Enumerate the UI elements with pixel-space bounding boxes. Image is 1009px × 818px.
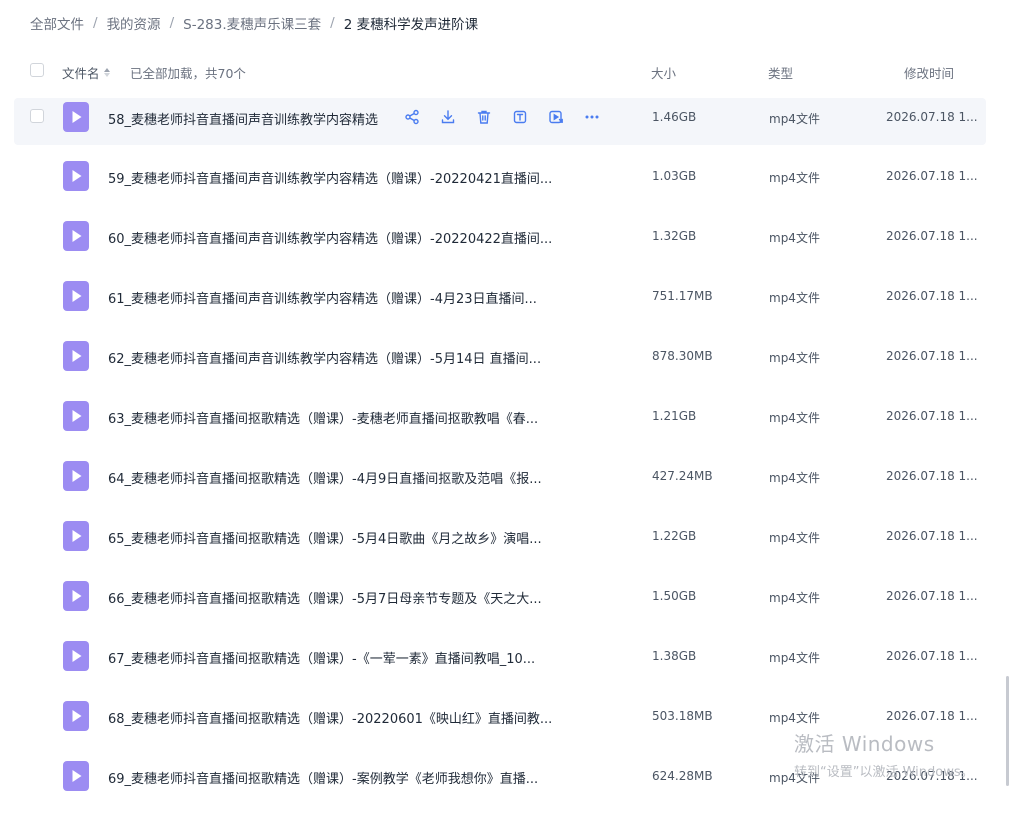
- file-row[interactable]: 59_麦穗老师抖音直播间声音训练教学内容精选（赠课）-20220421直播间..…: [14, 158, 986, 218]
- breadcrumb-my-resources[interactable]: 我的资源: [107, 13, 161, 33]
- file-name[interactable]: 62_麦穗老师抖音直播间声音训练教学内容精选（赠课）-5月14日 直播间...: [108, 348, 541, 367]
- file-size: 427.24MB: [652, 469, 713, 483]
- video-file-icon[interactable]: [63, 461, 89, 491]
- more-icon[interactable]: [582, 107, 602, 127]
- watermark-title: 激活 Windows: [794, 732, 935, 756]
- file-size: 1.38GB: [652, 649, 697, 663]
- file-modified-time: 2026.07.18 1...: [886, 409, 978, 423]
- file-type: mp4文件: [769, 651, 820, 665]
- file-type: mp4文件: [769, 471, 820, 485]
- watermark-subtitle: 转到“设置”以激活 Windows。: [794, 765, 974, 780]
- file-row[interactable]: 60_麦穗老师抖音直播间声音训练教学内容精选（赠课）-20220422直播间..…: [14, 218, 986, 278]
- file-name[interactable]: 61_麦穗老师抖音直播间声音训练教学内容精选（赠课）-4月23日直播间...: [108, 288, 537, 307]
- file-name[interactable]: 60_麦穗老师抖音直播间声音训练教学内容精选（赠课）-20220422直播间..…: [108, 228, 552, 247]
- video-file-icon[interactable]: [63, 401, 89, 431]
- file-size: 1.03GB: [652, 169, 697, 183]
- breadcrumb-separator: /: [93, 15, 98, 31]
- breadcrumb-all-files[interactable]: 全部文件: [30, 13, 84, 33]
- video-file-icon[interactable]: [63, 641, 89, 671]
- select-all-checkbox[interactable]: [30, 63, 44, 77]
- file-modified-time: 2026.07.18 1...: [886, 110, 978, 124]
- file-row[interactable]: 63_麦穗老师抖音直播间抠歌精选（赠课）-麦穗老师直播间抠歌教唱《春... 1.…: [14, 398, 986, 458]
- windows-activation-watermark: 激活 Windows 转到“设置”以激活 Windows。: [794, 728, 974, 780]
- breadcrumb: 全部文件 / 我的资源 / S-283.麦穗声乐课三套 / 2 麦穗科学发声进阶…: [30, 13, 478, 33]
- file-modified-time: 2026.07.18 1...: [886, 229, 978, 243]
- file-modified-time: 2026.07.18 1...: [886, 709, 978, 723]
- file-size: 751.17MB: [652, 289, 713, 303]
- share-icon[interactable]: [402, 107, 422, 127]
- video-file-icon[interactable]: [63, 341, 89, 371]
- file-modified-time: 2026.07.18 1...: [886, 529, 978, 543]
- file-type: mp4文件: [769, 112, 820, 126]
- file-size: 878.30MB: [652, 349, 713, 363]
- file-row[interactable]: 64_麦穗老师抖音直播间抠歌精选（赠课）-4月9日直播间抠歌及范唱《报... 4…: [14, 458, 986, 518]
- row-checkbox[interactable]: [30, 109, 44, 123]
- video-play-icon[interactable]: [546, 107, 566, 127]
- file-type: mp4文件: [769, 351, 820, 365]
- video-file-icon[interactable]: [63, 161, 89, 191]
- file-list-header: 文件名 已全部加载，共70个 大小 类型 修改时间: [14, 56, 986, 86]
- column-header-name-label: 文件名: [62, 66, 100, 81]
- video-file-icon[interactable]: [63, 581, 89, 611]
- file-name[interactable]: 65_麦穗老师抖音直播间抠歌精选（赠课）-5月4日歌曲《月之故乡》演唱...: [108, 528, 542, 547]
- file-modified-time: 2026.07.18 1...: [886, 289, 978, 303]
- breadcrumb-separator: /: [169, 15, 175, 31]
- sort-icon[interactable]: [103, 68, 110, 77]
- file-name[interactable]: 69_麦穗老师抖音直播间抠歌精选（赠课）-案例教学《老师我想你》直播...: [108, 768, 538, 787]
- breadcrumb-separator: /: [330, 15, 335, 31]
- file-size: 1.50GB: [652, 589, 697, 603]
- video-file-icon[interactable]: [63, 761, 89, 791]
- file-modified-time: 2026.07.18 1...: [886, 589, 978, 603]
- file-modified-time: 2026.07.18 1...: [886, 469, 978, 483]
- column-header-modified-time[interactable]: 修改时间: [904, 63, 954, 82]
- file-size: 1.22GB: [652, 529, 697, 543]
- breadcrumb-course-folder[interactable]: S-283.麦穗声乐课三套: [183, 13, 321, 33]
- file-modified-time: 2026.07.18 1...: [886, 649, 978, 663]
- row-actions: [402, 107, 602, 127]
- download-icon[interactable]: [438, 107, 458, 127]
- file-type: mp4文件: [769, 591, 820, 605]
- column-header-type[interactable]: 类型: [768, 63, 793, 82]
- file-size: 503.18MB: [652, 709, 713, 723]
- file-size: 624.28MB: [652, 769, 713, 783]
- file-modified-time: 2026.07.18 1...: [886, 169, 978, 183]
- file-modified-time: 2026.07.18 1...: [886, 349, 978, 363]
- video-file-icon[interactable]: [63, 221, 89, 251]
- video-file-icon[interactable]: [63, 102, 89, 132]
- file-name[interactable]: 64_麦穗老师抖音直播间抠歌精选（赠课）-4月9日直播间抠歌及范唱《报...: [108, 468, 542, 487]
- file-type: mp4文件: [769, 711, 820, 725]
- file-size: 1.21GB: [652, 409, 697, 423]
- delete-icon[interactable]: [474, 107, 494, 127]
- column-header-size[interactable]: 大小: [651, 63, 676, 82]
- file-type: mp4文件: [769, 231, 820, 245]
- file-type: mp4文件: [769, 411, 820, 425]
- file-type: mp4文件: [769, 171, 820, 185]
- file-type: mp4文件: [769, 531, 820, 545]
- file-type: mp4文件: [769, 291, 820, 305]
- video-file-icon[interactable]: [63, 281, 89, 311]
- file-list: 58_麦穗老师抖音直播间声音训练教学内容精选 1.46GB mp4文件 2026…: [14, 98, 986, 818]
- file-name[interactable]: 58_麦穗老师抖音直播间声音训练教学内容精选: [108, 109, 378, 128]
- file-row-hovered[interactable]: 58_麦穗老师抖音直播间声音训练教学内容精选 1.46GB mp4文件 2026…: [14, 98, 986, 145]
- video-file-icon[interactable]: [63, 521, 89, 551]
- column-header-name[interactable]: 文件名: [62, 63, 110, 82]
- file-name[interactable]: 67_麦穗老师抖音直播间抠歌精选（赠课）-《一荤一素》直播间教唱_10...: [108, 648, 535, 667]
- file-row[interactable]: 67_麦穗老师抖音直播间抠歌精选（赠课）-《一荤一素》直播间教唱_10... 1…: [14, 638, 986, 698]
- breadcrumb-current-folder: 2 麦穗科学发声进阶课: [343, 17, 479, 33]
- file-name[interactable]: 63_麦穗老师抖音直播间抠歌精选（赠课）-麦穗老师直播间抠歌教唱《春...: [108, 408, 538, 427]
- text-extract-icon[interactable]: [510, 107, 530, 127]
- video-file-icon[interactable]: [63, 701, 89, 731]
- file-name[interactable]: 59_麦穗老师抖音直播间声音训练教学内容精选（赠课）-20220421直播间..…: [108, 168, 552, 187]
- file-name[interactable]: 66_麦穗老师抖音直播间抠歌精选（赠课）-5月7日母亲节专题及《天之大...: [108, 588, 542, 607]
- file-size: 1.32GB: [652, 229, 697, 243]
- file-row[interactable]: 62_麦穗老师抖音直播间声音训练教学内容精选（赠课）-5月14日 直播间... …: [14, 338, 986, 398]
- loaded-count-text: 已全部加载，共70个: [130, 66, 246, 81]
- file-size: 1.46GB: [652, 110, 697, 124]
- file-row[interactable]: 65_麦穗老师抖音直播间抠歌精选（赠课）-5月4日歌曲《月之故乡》演唱... 1…: [14, 518, 986, 578]
- file-name[interactable]: 68_麦穗老师抖音直播间抠歌精选（赠课）-20220601《映山红》直播间教..…: [108, 708, 552, 727]
- file-row[interactable]: 66_麦穗老师抖音直播间抠歌精选（赠课）-5月7日母亲节专题及《天之大... 1…: [14, 578, 986, 638]
- file-row[interactable]: 61_麦穗老师抖音直播间声音训练教学内容精选（赠课）-4月23日直播间... 7…: [14, 278, 986, 338]
